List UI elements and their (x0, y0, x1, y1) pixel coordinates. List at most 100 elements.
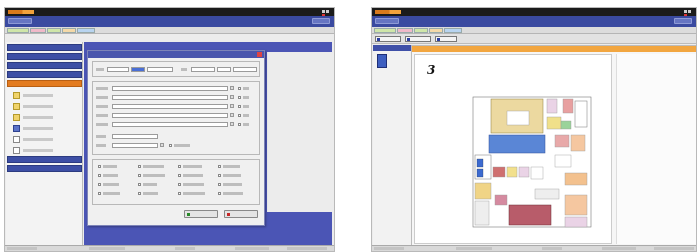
field-checkbox[interactable] (138, 165, 141, 168)
check-icon (187, 213, 190, 216)
dropdown-arrow-icon[interactable] (230, 95, 234, 99)
sidebar-item-4-active[interactable] (7, 80, 82, 87)
field-checkbox[interactable] (138, 192, 141, 195)
dialog-close-icon[interactable] (257, 52, 262, 57)
field-checkbox[interactable] (178, 174, 181, 177)
sidebar-subitem-3[interactable] (11, 124, 77, 134)
window-title (404, 10, 454, 13)
options-field-3[interactable] (112, 113, 228, 118)
status-segment (374, 247, 404, 250)
minimize-icon[interactable] (684, 10, 687, 13)
flags-checkbox[interactable] (169, 144, 172, 147)
cancel-button[interactable] (224, 210, 258, 218)
main-menu-button[interactable] (8, 18, 32, 24)
screenshot-search-dialog (4, 7, 335, 252)
sidebar-item-1[interactable] (7, 53, 82, 60)
all-checkbox[interactable] (238, 114, 241, 117)
sidebar-subitem-0[interactable] (11, 91, 77, 101)
sidebar-subitem-5[interactable] (11, 146, 77, 156)
floor-thumbnail[interactable] (377, 54, 387, 68)
tab-2[interactable] (47, 28, 61, 33)
dropdown-arrow-icon[interactable] (160, 143, 164, 147)
settings-button[interactable] (435, 36, 457, 42)
field-checkbox[interactable] (98, 192, 101, 195)
from-time-field[interactable] (147, 67, 173, 72)
top-right-button[interactable] (312, 18, 330, 24)
from-date-field[interactable] (107, 67, 129, 72)
to-label (181, 68, 187, 71)
tab-0[interactable] (374, 28, 396, 33)
sidebar-item-0[interactable] (7, 44, 82, 51)
options-row-label (96, 114, 108, 117)
tab-4[interactable] (77, 28, 95, 33)
field-checkbox-label (183, 174, 203, 177)
sidebar-bottom-item-0[interactable] (7, 156, 82, 163)
field-checkbox[interactable] (98, 165, 101, 168)
room (474, 182, 492, 200)
type-select[interactable] (112, 134, 158, 139)
floor-plan-canvas[interactable]: 3 (414, 54, 612, 247)
field-checkbox[interactable] (98, 183, 101, 186)
ok-button[interactable] (184, 210, 218, 218)
field-checkbox[interactable] (218, 183, 221, 186)
all-checkbox[interactable] (238, 87, 241, 90)
field-checkbox[interactable] (218, 174, 221, 177)
sidebar (6, 42, 83, 247)
settings-icon (437, 38, 440, 41)
field-checkbox[interactable] (218, 165, 221, 168)
tab-1[interactable] (397, 28, 413, 33)
field-checkbox-label (143, 192, 158, 195)
all-checkbox[interactable] (238, 123, 241, 126)
print-button[interactable] (375, 36, 401, 42)
sidebar-subitem-1[interactable] (11, 102, 77, 112)
field-checkbox[interactable] (98, 174, 101, 177)
room (570, 134, 586, 152)
to-date-field[interactable] (191, 67, 215, 72)
options-field-1[interactable] (112, 95, 228, 100)
from-date-selected[interactable] (131, 67, 145, 72)
dropdown-arrow-icon[interactable] (230, 86, 234, 90)
tab-4[interactable] (444, 28, 462, 33)
sidebar-item-3[interactable] (7, 71, 82, 78)
tab-0[interactable] (7, 28, 29, 33)
field-checkbox[interactable] (178, 192, 181, 195)
field-checkbox[interactable] (178, 165, 181, 168)
dropdown-arrow-icon[interactable] (230, 113, 234, 117)
field-checkbox-label (103, 183, 119, 186)
main-menu-button[interactable] (375, 18, 399, 24)
tab-2[interactable] (414, 28, 428, 33)
all-checkbox[interactable] (238, 96, 241, 99)
minimize-icon[interactable] (322, 10, 325, 13)
field-checkbox[interactable] (138, 183, 141, 186)
sort-select[interactable] (112, 143, 158, 148)
room (564, 216, 588, 228)
tab-3[interactable] (62, 28, 76, 33)
options-field-2[interactable] (112, 104, 228, 109)
sidebar-subitem-4[interactable] (11, 135, 77, 145)
to-month-field[interactable] (217, 67, 231, 72)
tab-strip (5, 27, 334, 34)
field-checkbox[interactable] (178, 183, 181, 186)
field-checkbox[interactable] (218, 192, 221, 195)
options-field-4[interactable] (112, 122, 228, 127)
properties-button[interactable] (405, 36, 431, 42)
dropdown-arrow-icon[interactable] (230, 104, 234, 108)
window-controls[interactable] (683, 10, 693, 17)
top-right-button[interactable] (674, 18, 692, 24)
maximize-icon[interactable] (688, 10, 691, 13)
window-controls[interactable] (321, 10, 331, 17)
options-field-0[interactable] (112, 86, 228, 91)
sidebar-subitem-2[interactable] (11, 113, 77, 123)
tab-3[interactable] (429, 28, 443, 33)
dropdown-arrow-icon[interactable] (230, 122, 234, 126)
room (508, 204, 552, 226)
sidebar-bottom-item-1[interactable] (7, 165, 82, 172)
maximize-icon[interactable] (326, 10, 329, 13)
field-checkbox[interactable] (138, 174, 141, 177)
tab-1[interactable] (30, 28, 46, 33)
all-label (243, 114, 249, 117)
to-time-field[interactable] (233, 67, 257, 72)
sidebar-item-2[interactable] (7, 62, 82, 69)
search-dialog (87, 50, 265, 226)
all-checkbox[interactable] (238, 105, 241, 108)
